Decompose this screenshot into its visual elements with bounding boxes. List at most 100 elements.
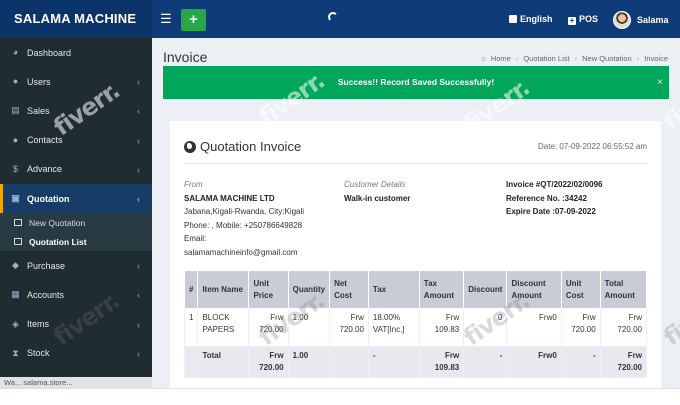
flag-icon	[509, 15, 517, 23]
pos-label: POS	[579, 14, 599, 24]
total-cell: Frw 720.00	[248, 346, 289, 378]
expire-date: Expire Date :07-09-2022	[506, 207, 596, 216]
total-cell	[329, 346, 369, 378]
close-icon[interactable]: ×	[657, 66, 663, 99]
invoice-items-table: # Item Name Unit Price Quantity Net Cost Tax T…	[183, 270, 648, 378]
table-header-row: # Item Name Unit Price Quantity Net Cost Tax T…	[183, 270, 648, 309]
chevron-left-icon: ‹	[137, 164, 140, 175]
sidebar-item-label: Accounts	[27, 289, 65, 300]
chevron-left-icon: ‹	[137, 135, 140, 146]
table-cell: BLOCK PAPERS	[197, 308, 250, 347]
cart-icon: ▤	[11, 105, 20, 116]
loading-spinner-icon	[328, 12, 338, 22]
chevron-left-icon: ‹	[137, 319, 140, 330]
column-header: Unit Cost	[560, 270, 601, 309]
total-cell: Total	[197, 346, 250, 378]
table-cell: 18.00% VAT[Inc.]	[367, 308, 420, 347]
total-cell: Frw 109.83	[418, 346, 465, 378]
success-alert: Success!! Record Saved Successfully! ×	[163, 66, 669, 99]
main-content: Invoice ⌂ Home › Quotation List › New Qu…	[152, 38, 680, 389]
breadcrumb-quotation-list[interactable]: Quotation List	[523, 54, 569, 63]
column-header: Discount Amount	[506, 270, 562, 309]
chevron-left-icon: ‹	[137, 348, 140, 359]
users-icon: ●	[12, 76, 19, 87]
invoice-meta: Invoice #QT/2022/02/0096 Reference No. :…	[506, 178, 603, 219]
table-row: 1 BLOCK PAPERS Frw 720.00 1.00 Frw 720.00 18.…	[183, 308, 648, 347]
table-cell: Frw 720.00	[560, 308, 601, 347]
globe-icon	[184, 140, 196, 153]
purchase-icon: ◆	[12, 260, 19, 271]
accounts-icon: ▦	[11, 289, 20, 300]
breadcrumb-invoice: Invoice	[644, 54, 668, 63]
sidebar-item-label: Dashboard	[27, 47, 72, 58]
submenu-item-new-quotation[interactable]: New Quotation	[0, 213, 152, 232]
invoice-date: Date: 07-09-2022 06:55:52 am	[538, 142, 647, 151]
list-icon	[14, 238, 22, 246]
from-block: From SALAMA MACHINE LTD Jabana,Kigali-Rw…	[184, 178, 304, 259]
breadcrumb: ⌂ Home › Quotation List › New Quotation …	[481, 54, 668, 63]
sidebar-item-quotation[interactable]: ▣ Quotation ‹	[0, 183, 152, 214]
file-icon	[14, 219, 22, 227]
column-header: Tax	[367, 270, 420, 309]
total-cell: Frw 720.00	[599, 346, 648, 378]
quick-add-button[interactable]: +	[181, 9, 206, 31]
breadcrumb-home[interactable]: Home	[491, 54, 511, 63]
sidebar-item-sales[interactable]: ▤ Sales ‹	[0, 96, 152, 125]
user-menu[interactable]: Salama	[613, 10, 669, 30]
language-selector[interactable]: English	[509, 14, 553, 24]
column-header: Total Amount	[599, 270, 648, 309]
dollar-icon: $	[12, 163, 18, 174]
total-cell: Frw0	[506, 346, 562, 378]
customer-name: Walk-in customer	[344, 193, 411, 203]
sidebar-item-label: Advance	[27, 164, 63, 175]
divider	[184, 163, 647, 164]
chevron-left-icon: ‹	[137, 77, 140, 88]
table-cell: 0	[463, 308, 508, 347]
table-cell: Frw 109.83	[418, 308, 465, 347]
sidebar-item-purchase[interactable]: ◆ Purchase ‹	[0, 251, 152, 280]
chevron-left-icon: ‹	[137, 290, 140, 301]
breadcrumb-new-quotation[interactable]: New Quotation	[582, 54, 632, 63]
customer-block: Customer Details Walk-in customer	[344, 178, 410, 205]
table-cell: Frw 720.00	[248, 308, 289, 347]
plus-square-icon: +	[568, 16, 576, 25]
table-cell: 1.00	[287, 308, 331, 347]
sidebar-item-items[interactable]: ◈ Items ‹	[0, 310, 152, 339]
pos-link[interactable]: + POS	[568, 14, 598, 25]
column-header: Unit Price	[248, 270, 289, 309]
from-name: SALAMA MACHINE LTD	[184, 193, 275, 203]
sidebar-item-label: Purchase	[27, 260, 66, 271]
column-header: Item Name	[197, 270, 250, 309]
table-cell: Frw 720.00	[599, 308, 648, 347]
invoice-heading-text: Quotation Invoice	[200, 139, 302, 154]
invoice-number: Invoice #QT/2022/02/0096	[506, 180, 603, 189]
submenu-item-quotation-list[interactable]: Quotation List	[0, 232, 152, 251]
quotation-icon: ▣	[11, 193, 20, 204]
total-cell: -	[367, 346, 420, 378]
chevron-left-icon: ‹	[137, 193, 140, 204]
table-cell: 1	[183, 308, 199, 347]
sidebar-item-users[interactable]: ● Users ‹	[0, 67, 152, 96]
sidebar-item-accounts[interactable]: ▦ Accounts ‹	[0, 280, 152, 309]
total-cell: 1.00	[287, 346, 331, 378]
sidebar-item-stock[interactable]: ⧗ Stock ‹	[0, 339, 152, 368]
customer-label: Customer Details	[344, 180, 406, 189]
sidebar-item-contacts[interactable]: ● Contacts ‹	[0, 126, 152, 155]
sidebar-item-label: Quotation	[27, 193, 70, 204]
brand-logo[interactable]: SALAMA MACHINE	[0, 0, 152, 38]
total-cell: -	[560, 346, 601, 378]
total-cell	[183, 346, 199, 378]
top-navbar: SALAMA MACHINE ☰ + English + POS Salama	[0, 0, 680, 38]
column-header: Discount	[463, 270, 508, 309]
column-header: #	[183, 270, 199, 309]
sidebar-item-dashboard[interactable]: ◕ Dashboard	[0, 38, 152, 67]
sidebar-item-advance[interactable]: $ Advance ‹	[0, 155, 152, 184]
quotation-submenu: New Quotation Quotation List	[0, 213, 152, 252]
from-email: salamamachineinfo@gmail.com	[184, 247, 298, 257]
column-header: Net Cost	[329, 270, 369, 309]
page-title: Invoice	[163, 49, 208, 65]
hamburger-menu-icon[interactable]: ☰	[160, 12, 172, 25]
sidebar-item-label: Users	[27, 76, 51, 87]
avatar	[613, 11, 631, 29]
bottom-strip	[0, 388, 680, 405]
